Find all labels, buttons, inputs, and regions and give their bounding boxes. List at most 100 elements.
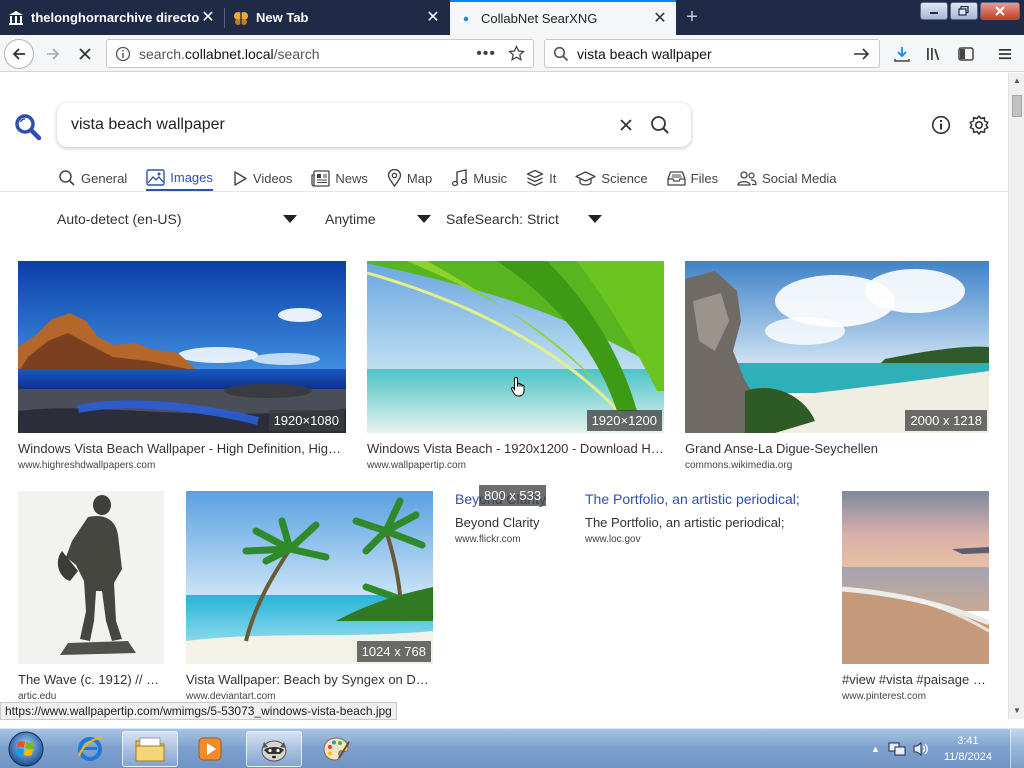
image-result[interactable]: 1920×1080 Windows Vista Beach Wallpaper … [18, 261, 346, 471]
network-icon[interactable] [888, 741, 906, 757]
taskbar-windows-explorer[interactable] [122, 731, 178, 767]
tab-new-tab[interactable]: New Tab ✕ [225, 0, 449, 35]
result-title[interactable]: Vista Wallpaper: Beach by Syngex on Devi… [186, 672, 433, 687]
taskbar-internet-explorer[interactable] [62, 731, 118, 767]
tab-collabnet-searxng[interactable]: CollabNet SearXNG ✕ [450, 0, 676, 35]
image-result[interactable]: 2000 x 1218 Grand Anse-La Digue-Seychell… [685, 261, 989, 471]
hamburger-menu-icon[interactable] [994, 43, 1016, 65]
downloads-icon[interactable] [891, 43, 913, 65]
result-title[interactable]: Windows Vista Beach Wallpaper - High Def… [18, 441, 346, 456]
page-scrollbar[interactable]: ▲ ▼ [1008, 73, 1024, 719]
category-divider [0, 191, 1008, 192]
safesearch-select[interactable]: SafeSearch: Strict [446, 211, 602, 227]
result-thumbnail[interactable]: 1024 x 768 [186, 491, 433, 664]
search-submit-icon[interactable] [643, 113, 677, 137]
tab-news[interactable]: News [311, 165, 368, 191]
result-title[interactable]: #view #vista #paisage #sunset [842, 672, 989, 687]
tab-files[interactable]: Files [667, 165, 718, 191]
scrollbar-thumb[interactable] [1012, 95, 1022, 117]
tab-map[interactable]: Map [387, 165, 432, 191]
searxng-logo-icon[interactable] [14, 113, 42, 144]
tab-videos[interactable]: Videos [232, 165, 292, 191]
result-thumbnail[interactable]: 2000 x 1218 [685, 261, 989, 433]
url-bar[interactable]: search. collabnet.local/search ••• [106, 39, 534, 68]
image-result[interactable]: 1920×1200 Windows Vista Beach - 1920x120… [367, 261, 664, 471]
close-tab-icon[interactable]: ✕ [200, 9, 216, 26]
info-circle-icon[interactable] [115, 46, 131, 62]
result-title[interactable]: Beyond Clarity [455, 515, 567, 530]
taskbar-media-player[interactable] [182, 731, 238, 767]
taskbar-firefox[interactable] [246, 731, 302, 767]
go-arrow-icon[interactable] [853, 46, 871, 62]
close-window-button[interactable] [980, 2, 1020, 20]
scroll-down-arrow-icon[interactable]: ▼ [1009, 703, 1024, 719]
start-button[interactable] [4, 730, 48, 768]
url-host: collabnet.local [184, 45, 274, 62]
tab-music[interactable]: Music [451, 165, 507, 191]
result-thumbnail[interactable] [18, 491, 164, 664]
paint-palette-icon [323, 737, 350, 761]
back-button[interactable] [4, 39, 34, 69]
broken-image-alt-text: The Portfolio, an artistic periodical; [585, 491, 800, 507]
library-icon[interactable] [923, 43, 945, 65]
image-result[interactable]: 1024 x 768 Vista Wallpaper: Beach by Syn… [186, 491, 433, 702]
show-hidden-icons-arrow-icon[interactable]: ▲ [871, 744, 880, 754]
tab-label: Files [690, 170, 719, 186]
result-thumbnail[interactable]: 1920×1200 [367, 261, 664, 433]
close-tab-icon[interactable]: ✕ [652, 10, 668, 27]
forward-button[interactable] [38, 39, 68, 69]
image-result[interactable]: The Wave (c. 1912) // Gustav Vigeland ar… [18, 491, 164, 702]
tab-label: Science [601, 170, 648, 186]
restore-button[interactable] [950, 2, 978, 20]
scroll-up-arrow-icon[interactable]: ▲ [1009, 73, 1024, 89]
result-title[interactable]: Grand Anse-La Digue-Seychellen [685, 441, 989, 456]
image-result[interactable]: #view #vista #paisage #sunset www.pinter… [842, 491, 989, 702]
search-query-input[interactable]: vista beach wallpaper [71, 116, 609, 134]
search-box[interactable]: vista beach wallpaper [57, 103, 691, 147]
about-info-icon[interactable] [928, 112, 954, 138]
tab-title: thelonghornarchive directory l [31, 10, 200, 25]
image-result[interactable]: Beyond Clarity Beyond Clarity www.flickr… [455, 485, 567, 545]
taskbar-paint[interactable] [308, 731, 364, 767]
result-source: www.loc.gov [585, 534, 641, 545]
browser-search-value: vista beach wallpaper [577, 45, 712, 62]
result-title[interactable]: Windows Vista Beach - 1920x1200 - Downlo… [367, 441, 664, 456]
language-select[interactable]: Auto-detect (en-US) [57, 211, 297, 227]
time-range-value: Anytime [325, 211, 376, 227]
result-thumbnail[interactable] [842, 491, 989, 664]
result-title[interactable]: The Portfolio, an artistic periodical; [585, 515, 817, 530]
stop-loading-button[interactable] [70, 39, 100, 69]
stop-x-icon [79, 48, 91, 60]
tab-general[interactable]: General [58, 165, 127, 191]
tab-label: Images [170, 169, 213, 185]
volume-icon[interactable] [912, 741, 930, 757]
image-result[interactable]: The Portfolio, an artistic periodical; T… [585, 491, 817, 545]
clear-search-icon[interactable] [609, 113, 643, 137]
preferences-gear-icon[interactable] [966, 112, 992, 138]
play-icon [234, 170, 247, 186]
time-range-select[interactable]: Anytime [325, 211, 431, 227]
tab-it[interactable]: It [526, 165, 556, 191]
windows-orb-icon [8, 731, 44, 767]
result-thumbnail[interactable]: 1920×1080 [18, 261, 346, 433]
result-title[interactable]: The Wave (c. 1912) // Gustav Vigeland [18, 672, 164, 687]
taskbar-clock[interactable]: 3:41 11/8/2024 [930, 733, 1010, 765]
browser-search-bar[interactable]: vista beach wallpaper [544, 39, 880, 68]
new-tab-button[interactable]: + [680, 6, 704, 28]
tab-images[interactable]: Images [146, 165, 213, 191]
tab-longhorn-archive[interactable]: thelonghornarchive directory l ✕ [0, 0, 224, 35]
language-select-value: Auto-detect (en-US) [57, 211, 182, 227]
minimize-button[interactable] [920, 2, 948, 20]
resolution-badge: 2000 x 1218 [905, 410, 987, 431]
bookmark-star-icon[interactable] [508, 45, 525, 62]
sidebar-toggle-icon[interactable] [955, 43, 977, 65]
chevron-down-icon [588, 215, 602, 223]
clock-time: 3:41 [957, 735, 979, 747]
close-tab-icon[interactable]: ✕ [425, 9, 441, 26]
windows-taskbar: ▲ 3:41 11/8/2024 [0, 728, 1024, 768]
hand-cursor-icon [510, 376, 528, 401]
tab-science[interactable]: Science [575, 165, 648, 191]
tab-social-media[interactable]: Social Media [737, 165, 837, 191]
page-actions-icon[interactable]: ••• [476, 45, 496, 63]
show-desktop-button[interactable] [1010, 729, 1024, 768]
